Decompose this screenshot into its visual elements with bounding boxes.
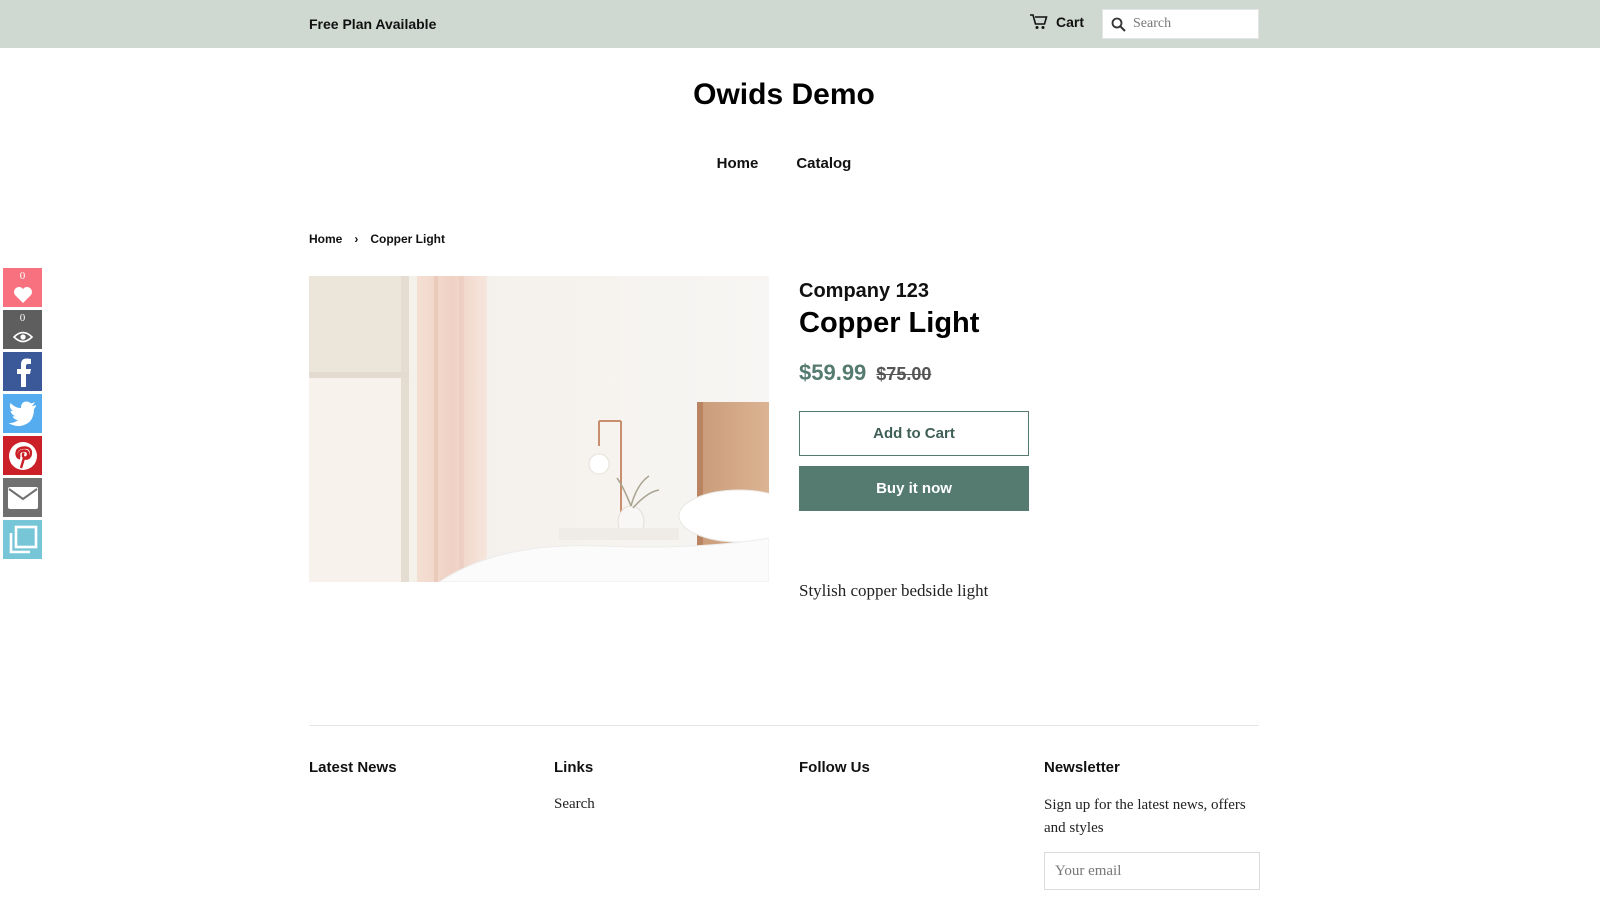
- search-box[interactable]: [1102, 9, 1259, 39]
- site-title[interactable]: Owids Demo: [0, 78, 1568, 112]
- product-title: Copper Light: [799, 307, 980, 339]
- product-vendor: Company 123: [799, 280, 930, 302]
- newsletter-email-input[interactable]: [1044, 852, 1260, 890]
- announcement-bar: Free Plan Available Cart: [0, 0, 1600, 48]
- footer-heading-links: Links: [554, 759, 594, 776]
- facebook-icon: [16, 358, 31, 387]
- footer-divider: [309, 725, 1259, 726]
- announcement-text: Free Plan Available: [309, 16, 437, 32]
- search-input[interactable]: [1133, 16, 1248, 32]
- footer-latest-news: Latest News: [309, 759, 397, 776]
- breadcrumb-separator: ›: [354, 232, 359, 246]
- footer-links: Links Search: [554, 759, 595, 813]
- views-count: 0: [19, 312, 26, 324]
- breadcrumb-home[interactable]: Home: [309, 232, 342, 246]
- eye-icon: [12, 331, 33, 342]
- compare-at-price: $75.00: [876, 364, 932, 384]
- nav-catalog[interactable]: Catalog: [796, 155, 851, 172]
- copy-icon: [9, 525, 37, 553]
- copy-link-button[interactable]: [3, 520, 42, 559]
- pinterest-share-button[interactable]: [3, 436, 42, 475]
- cart-icon: [1030, 14, 1048, 29]
- footer-newsletter: Newsletter Sign up for the latest news, …: [1044, 759, 1264, 890]
- cart-label: Cart: [1056, 14, 1085, 30]
- footer-follow-us: Follow Us: [799, 759, 870, 776]
- favorite-button[interactable]: 0: [3, 268, 42, 307]
- footer-heading-newsletter: Newsletter: [1044, 759, 1120, 776]
- favorites-count: 0: [19, 270, 26, 282]
- product-info: Company 123 Copper Light $59.99 $75.00 A…: [799, 280, 1199, 600]
- footer-link-search[interactable]: Search: [554, 796, 595, 813]
- breadcrumb: Home › Copper Light: [309, 232, 445, 246]
- heart-icon: [13, 286, 32, 303]
- product-image[interactable]: [309, 276, 769, 582]
- email-share-button[interactable]: [3, 478, 42, 517]
- social-share-bar: 0 0: [3, 268, 42, 562]
- cart-link[interactable]: Cart: [1030, 14, 1084, 30]
- email-icon: [7, 486, 38, 509]
- twitter-share-button[interactable]: [3, 394, 42, 433]
- nav-home[interactable]: Home: [717, 155, 759, 172]
- footer-heading-follow-us: Follow Us: [799, 759, 870, 776]
- pinterest-icon: [8, 441, 37, 470]
- views-button[interactable]: 0: [3, 310, 42, 349]
- breadcrumb-current: Copper Light: [370, 232, 445, 246]
- product-price: $59.99: [799, 360, 867, 385]
- twitter-icon: [8, 401, 36, 426]
- add-to-cart-button[interactable]: Add to Cart: [799, 411, 1029, 456]
- newsletter-description: Sign up for the latest news, offers and …: [1044, 797, 1246, 836]
- buy-it-now-button[interactable]: Buy it now: [799, 466, 1029, 511]
- search-icon[interactable]: [1111, 17, 1126, 32]
- price-row: $59.99 $75.00: [799, 360, 1199, 386]
- product-description: Stylish copper bedside light: [799, 581, 989, 600]
- facebook-share-button[interactable]: [3, 352, 42, 391]
- main-nav: Home Catalog: [0, 155, 1568, 172]
- footer-heading-latest-news: Latest News: [309, 759, 397, 776]
